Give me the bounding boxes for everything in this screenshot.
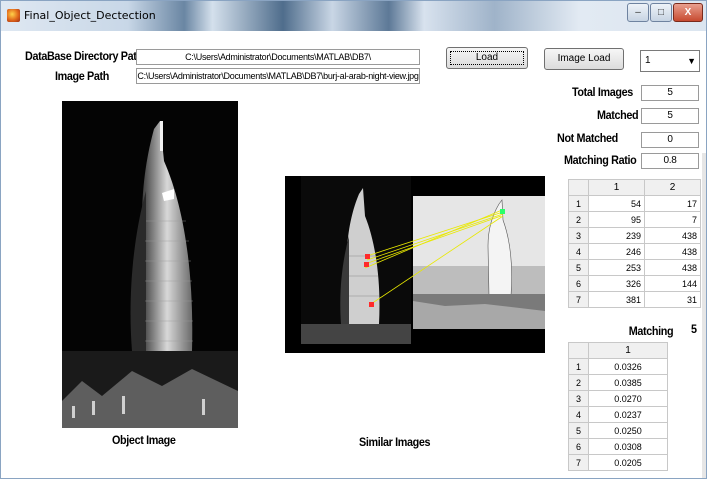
row-header: 3 — [568, 390, 589, 407]
table-row[interactable]: 6 326 144 — [568, 275, 701, 292]
row-header: 5 — [568, 422, 589, 439]
table-row[interactable]: 3 0.0270 — [568, 390, 668, 407]
table-row[interactable]: 2 0.0385 — [568, 374, 668, 391]
matching-table[interactable]: 1 1 0.0326 2 0.0385 3 0.0270 4 0.0237 5 0.025… — [568, 342, 668, 471]
table-row[interactable]: 5 0.0250 — [568, 422, 668, 439]
table-row[interactable]: 7 381 31 — [568, 291, 701, 308]
burj-object-image-graphic — [62, 101, 238, 428]
table-row[interactable]: 3 239 438 — [568, 227, 701, 244]
object-image — [62, 101, 238, 428]
table-cell[interactable]: 0.0308 — [588, 438, 668, 455]
minimize-button[interactable]: – — [627, 3, 649, 22]
focus-ring — [450, 51, 524, 65]
row-header: 7 — [568, 291, 589, 308]
table-row[interactable]: 1 0.0326 — [568, 358, 668, 375]
table-cell[interactable]: 253 — [588, 259, 645, 276]
load-button[interactable]: Load — [446, 47, 528, 69]
table-corner-cell — [568, 179, 589, 196]
total-images-label: Total Images — [572, 85, 633, 99]
table-cell[interactable]: 326 — [588, 275, 645, 292]
matched-field[interactable]: 5 — [641, 108, 699, 124]
table-cell[interactable]: 246 — [588, 243, 645, 260]
row-header: 2 — [568, 374, 589, 391]
row-header: 4 — [568, 243, 589, 260]
not-matched-field[interactable]: 0 — [641, 132, 699, 148]
table-cell[interactable]: 7 — [644, 211, 701, 228]
column-header[interactable]: 1 — [588, 342, 668, 359]
table-cell[interactable]: 95 — [588, 211, 645, 228]
row-header: 6 — [568, 438, 589, 455]
table-row[interactable]: 1 54 17 — [568, 195, 701, 212]
image-path-field[interactable]: C:\Users\Administrator\Documents\MATLAB\… — [136, 68, 420, 84]
row-header: 3 — [568, 227, 589, 244]
table-cell[interactable]: 438 — [644, 227, 701, 244]
not-matched-label: Not Matched — [557, 131, 618, 145]
column-header[interactable]: 1 — [588, 179, 645, 196]
table-cell[interactable]: 0.0237 — [588, 406, 668, 423]
table-corner-cell — [568, 342, 589, 359]
db-path-field[interactable]: C:\Users\Administrator\Documents\MATLAB\… — [136, 49, 420, 65]
matching-ratio-field[interactable]: 0.8 — [641, 153, 699, 169]
table-cell[interactable]: 0.0385 — [588, 374, 668, 391]
image-select-dropdown[interactable]: 1 ▼ — [640, 50, 700, 72]
app-window: Final_Object_Dectection – □ X DataBase D… — [0, 0, 707, 479]
row-header: 1 — [568, 195, 589, 212]
matching-ratio-label: Matching Ratio — [564, 153, 637, 167]
table-cell[interactable]: 381 — [588, 291, 645, 308]
object-image-caption: Object Image — [112, 433, 176, 447]
total-images-field[interactable]: 5 — [641, 85, 699, 101]
table-cell[interactable]: 239 — [588, 227, 645, 244]
dropdown-value: 1 — [645, 55, 651, 66]
table-cell[interactable]: 0.0270 — [588, 390, 668, 407]
similar-images-view — [285, 176, 545, 353]
table-cell[interactable]: 0.0250 — [588, 422, 668, 439]
table-row[interactable]: 4 0.0237 — [568, 406, 668, 423]
row-header: 5 — [568, 259, 589, 276]
table-row[interactable]: 5 253 438 — [568, 259, 701, 276]
row-header: 6 — [568, 275, 589, 292]
column-header[interactable]: 2 — [644, 179, 701, 196]
table-header-row: 1 2 — [568, 179, 701, 196]
table-row[interactable]: 4 246 438 — [568, 243, 701, 260]
image-load-button[interactable]: Image Load — [544, 48, 624, 70]
table-header-row: 1 — [568, 342, 668, 359]
table-cell[interactable]: 438 — [644, 243, 701, 260]
table-row[interactable]: 6 0.0308 — [568, 438, 668, 455]
close-button[interactable]: X — [673, 3, 703, 22]
table-row[interactable]: 2 95 7 — [568, 211, 701, 228]
window-title: Final_Object_Dectection — [24, 9, 156, 22]
matlab-figure-icon — [7, 9, 20, 22]
row-header: 1 — [568, 358, 589, 375]
row-header: 4 — [568, 406, 589, 423]
similar-images-caption: Similar Images — [359, 435, 431, 449]
table-row[interactable]: 7 0.0205 — [568, 454, 668, 471]
feature-match-graphic — [285, 176, 545, 353]
chevron-down-icon[interactable]: ▼ — [687, 51, 696, 71]
image-path-label: Image Path — [55, 69, 110, 83]
matching-label: Matching — [628, 324, 674, 338]
table-cell[interactable]: 144 — [644, 275, 701, 292]
matching-count: 5 — [691, 322, 697, 336]
db-path-label: DataBase Directory Path — [25, 49, 143, 63]
table-cell[interactable]: 0.0326 — [588, 358, 668, 375]
table-cell[interactable]: 17 — [644, 195, 701, 212]
vertical-scrollbar[interactable] — [702, 153, 706, 478]
title-bar[interactable]: Final_Object_Dectection – □ X — [1, 1, 706, 31]
table-cell[interactable]: 438 — [644, 259, 701, 276]
table-cell[interactable]: 54 — [588, 195, 645, 212]
row-header: 7 — [568, 454, 589, 471]
coordinates-table[interactable]: 1 2 1 54 17 2 95 7 3 239 438 4 246 438 5 253 438 6… — [568, 179, 701, 308]
matched-label: Matched — [597, 108, 639, 122]
table-cell[interactable]: 31 — [644, 291, 701, 308]
table-cell[interactable]: 0.0205 — [588, 454, 668, 471]
maximize-button[interactable]: □ — [650, 3, 672, 22]
row-header: 2 — [568, 211, 589, 228]
